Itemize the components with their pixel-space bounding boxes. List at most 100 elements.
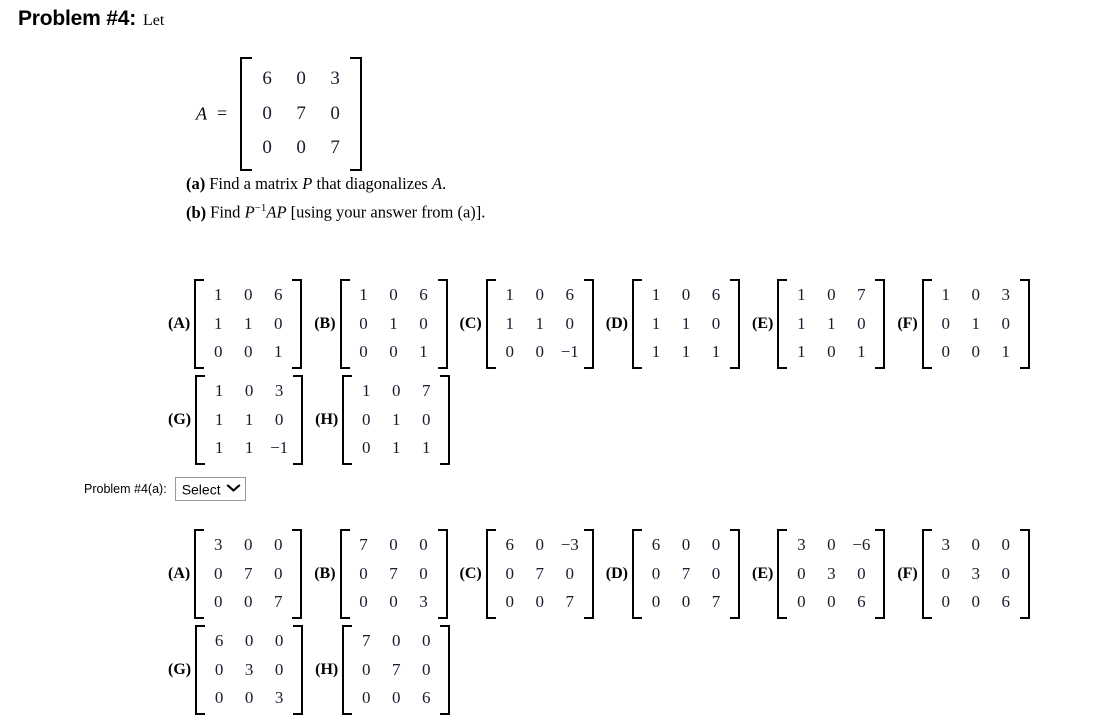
- subquestion-b-var-ap: AP: [266, 202, 287, 222]
- matrix-row: 1 0 6: [641, 281, 731, 310]
- matrix-cell: 0: [243, 592, 253, 612]
- matrix-row: 700: [349, 531, 439, 560]
- matrix-cell: 0: [797, 592, 806, 612]
- matrix-cell: 0: [941, 592, 951, 612]
- answer-option-c: (C) 6 0 −3 0 7 0 0 0 7: [460, 529, 595, 619]
- matrix-cell: 0: [214, 659, 224, 679]
- matrix-cell: 0: [296, 137, 306, 158]
- matrix-cell: 1: [214, 380, 224, 400]
- matrix-cell: 6: [273, 285, 283, 304]
- matrix-cell: 1: [361, 380, 371, 400]
- matrix-cell: 0: [971, 535, 981, 554]
- matrix-table: 1 0 6 1 1 0 0 0 −1: [495, 281, 585, 367]
- matrix-table: 600070007: [641, 531, 731, 617]
- matrix-cell: 0: [857, 563, 866, 583]
- matrix-cell: 0: [971, 342, 981, 362]
- answer-option-label: (D): [605, 314, 628, 332]
- answer-option-a: (A) 3 0 0 0 7 0 0 0 7: [168, 529, 303, 619]
- matrix-row: 003: [204, 684, 294, 713]
- matrix-cell: 0: [361, 409, 371, 429]
- matrix-row: 070: [495, 560, 585, 589]
- answer-option-matrix: 300030006: [921, 529, 1030, 619]
- matrix-cell: 0: [711, 313, 721, 333]
- matrix-row: 007: [250, 131, 352, 166]
- answer-select-row: Problem #4(a): Select: [84, 477, 246, 502]
- matrix-cell: 3: [797, 535, 806, 554]
- matrix-row: 070: [250, 97, 352, 132]
- matrix-cell: 0: [1001, 313, 1011, 333]
- matrix-row: 030: [931, 560, 1021, 589]
- matrix-cell: 3: [274, 380, 284, 400]
- answer-option-d: (D) 6 0 0 0 7 0 0 0 7: [606, 529, 741, 619]
- matrix-cell: 6: [419, 285, 428, 304]
- matrix-cell: 1: [505, 313, 515, 333]
- subquestion-list: (a) Find a matrix P that diagonalizes A. …: [186, 172, 485, 225]
- matrix-cell: 0: [827, 342, 836, 362]
- answer-option-matrix: 1 0 6 0 1 0 0 0 1: [339, 279, 448, 369]
- matrix-table: 700070006: [351, 627, 441, 713]
- subquestion-a-var-p: P: [302, 174, 313, 193]
- answer-option-label: (H): [315, 410, 339, 428]
- matrix-cell: 7: [359, 535, 368, 554]
- matrix-row: 6 0 0: [641, 531, 731, 560]
- matrix-row: 070: [349, 560, 439, 589]
- matrix-cell: 7: [535, 563, 545, 583]
- matrix-cell: 1: [244, 409, 254, 429]
- matrix-row: 103: [931, 281, 1021, 310]
- matrix-table: 1 0 3 1 1 0 1 1 −1: [204, 377, 294, 463]
- matrix-cell: −1: [560, 342, 579, 362]
- matrix-a-definition: A = 6 0 3 0 7 0 0 0 7: [196, 57, 363, 171]
- matrix-table: 7 0 0 0 7 0 0 0 3: [349, 531, 439, 617]
- matrix-cell: 0: [359, 313, 368, 333]
- matrix-table: 1 0 6 0 1 0 0 0 1: [349, 281, 439, 367]
- matrix-cell: 0: [330, 102, 340, 124]
- matrix-table: 107010011: [351, 377, 441, 463]
- matrix-cell: 0: [273, 563, 283, 583]
- matrix-cell: 1: [797, 342, 806, 362]
- answer-option-h: (H) 7 0 0 0 7 0 0 0 6: [315, 624, 451, 715]
- answer-option-matrix: 6 0 −3 0 7 0 0 0 7: [485, 529, 594, 619]
- matrix-row: 3 0 0: [931, 531, 1021, 560]
- equals-sign: =: [217, 103, 228, 124]
- matrix-cell: 1: [797, 313, 806, 333]
- matrix-row: 103: [204, 377, 294, 406]
- matrix-cell: 6: [421, 688, 431, 708]
- answer-option-label: (H): [315, 660, 339, 678]
- matrix-cell: 0: [421, 409, 431, 429]
- matrix-row: 110: [204, 406, 294, 435]
- matrix-a-variable: A: [196, 103, 207, 124]
- matrix-cell: 0: [797, 563, 806, 583]
- matrix-cell: 0: [213, 592, 223, 612]
- matrix-cell: 3: [827, 563, 836, 583]
- matrix-cell: 0: [1001, 535, 1011, 554]
- problem-lead-text: Let: [143, 12, 165, 29]
- matrix-cell: 6: [262, 68, 272, 89]
- matrix-row: 700: [351, 627, 441, 656]
- matrix-row: 0 0 −1: [495, 338, 585, 367]
- matrix-cell: 0: [827, 592, 836, 612]
- answer-option-matrix: 1 0 6 1 1 0 0 0 −1: [485, 279, 594, 369]
- matrix-cell: 1: [651, 342, 661, 362]
- matrix-cell: 0: [421, 630, 431, 650]
- answer-option-label: (B): [314, 314, 336, 332]
- answer-select-dropdown[interactable]: Select: [174, 477, 246, 502]
- matrix-row: 6 0 −3: [495, 531, 585, 560]
- matrix-row: 110: [786, 310, 876, 339]
- answer-option-c: (C) 1 0 6 1 1 0 0 0 −1: [460, 279, 595, 369]
- matrix-row: 007: [203, 588, 293, 617]
- matrix-cell: 0: [262, 102, 272, 124]
- matrix-row: 007: [495, 588, 585, 617]
- matrix-cell: 3: [1001, 285, 1011, 304]
- answer-option-label: (F): [897, 564, 918, 582]
- matrix-cell: 0: [827, 285, 836, 304]
- matrix-cell: 0: [274, 659, 284, 679]
- matrix-cell: 6: [565, 285, 575, 304]
- matrix-cell: 3: [244, 659, 254, 679]
- matrix-cell: 1: [273, 342, 283, 362]
- matrix-cell: 0: [681, 535, 691, 554]
- matrix-row: 006: [931, 588, 1021, 617]
- answer-option-matrix: 600030003: [195, 624, 304, 715]
- matrix-cell: 1: [214, 438, 224, 458]
- answer-option-matrix: 106110001: [194, 279, 303, 369]
- matrix-row: 010: [931, 310, 1021, 339]
